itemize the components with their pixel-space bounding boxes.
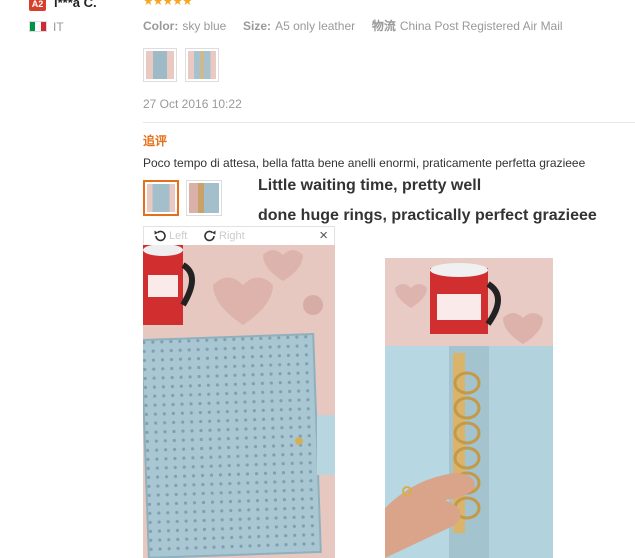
planner-open-photo [385,258,553,558]
review-photo-large-open-planner [385,258,553,558]
review-photo-thumbnail[interactable] [185,48,219,82]
rotate-left-label: Left [169,230,188,242]
reviewer-name: l***a C. [54,0,97,10]
followup-photo-thumbnail[interactable] [186,180,222,216]
rotate-left-icon [154,230,166,242]
followup-review-label: 追评 [143,134,168,148]
italy-flag-icon [29,21,47,32]
divider [143,122,635,123]
shipping-label: 物流 [371,19,396,33]
translation-line-2: done huge rings, practically perfect gra… [258,207,597,224]
shipping-value: China Post Registered Air Mail [399,19,563,33]
followup-review-text: Poco tempo di attesa, bella fatta bene a… [143,156,586,170]
star-rating: ★★★★★ [143,0,193,8]
planner-closed-photo [143,245,335,558]
order-attributes: Color: sky blue Size: A5 only leather 物流 Ch… [143,17,563,34]
rotate-left-button[interactable]: Left [152,228,187,244]
rotate-right-button[interactable]: Right [202,228,245,244]
translation-line-1: Little waiting time, pretty well [258,177,482,194]
review-photo-thumbnail[interactable] [143,48,177,82]
color-label: Color: [143,19,179,33]
close-viewer-button[interactable]: × [319,227,328,244]
rotate-right-icon [204,230,216,242]
rotate-right-label: Right [219,230,245,242]
followup-photo-thumbnail-active[interactable] [143,180,179,216]
size-label: Size: [243,19,272,33]
size-value: A5 only leather [275,19,356,33]
color-value: sky blue [182,19,227,33]
reviewer-country: IT [53,20,64,34]
review-photo-large-closed-planner [143,245,335,558]
review-date: 27 Oct 2016 10:22 [143,97,242,111]
image-viewer-toolbar: Left Right × [143,226,335,246]
member-level-badge: A2 [29,0,46,11]
